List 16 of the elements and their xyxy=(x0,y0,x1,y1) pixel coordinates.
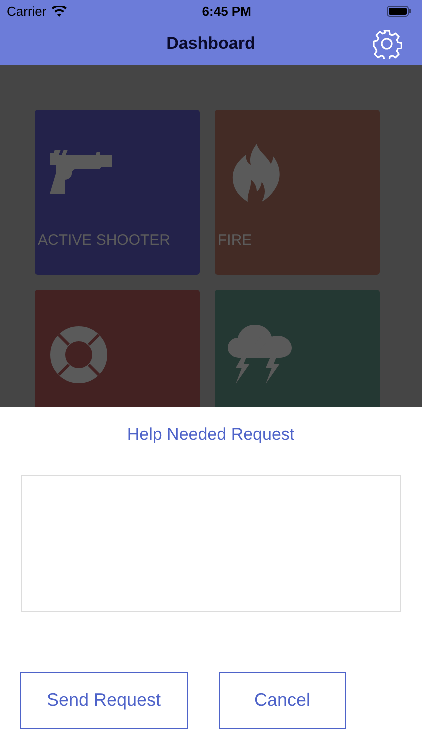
settings-icon[interactable] xyxy=(372,29,402,59)
wifi-icon xyxy=(52,6,67,16)
clock-time: 6:45 PM xyxy=(202,4,252,18)
alert-tile[interactable] xyxy=(35,290,200,407)
carrier-label: Carrier xyxy=(7,4,47,18)
storm-cloud-icon xyxy=(228,324,292,384)
message-field[interactable] xyxy=(21,475,401,612)
send-button[interactable]: Send Request xyxy=(20,672,188,729)
screen-title: Dashboard xyxy=(166,34,256,54)
cancel-button[interactable]: Cancel xyxy=(219,672,346,729)
sheet-title: Help Needed Request xyxy=(127,425,295,445)
flame-icon xyxy=(232,144,282,202)
tile-label: ACTIVE SHOOTER xyxy=(38,232,171,249)
alert-tile[interactable] xyxy=(215,290,380,407)
lifebuoy-icon xyxy=(50,326,108,384)
battery-icon xyxy=(387,6,412,16)
